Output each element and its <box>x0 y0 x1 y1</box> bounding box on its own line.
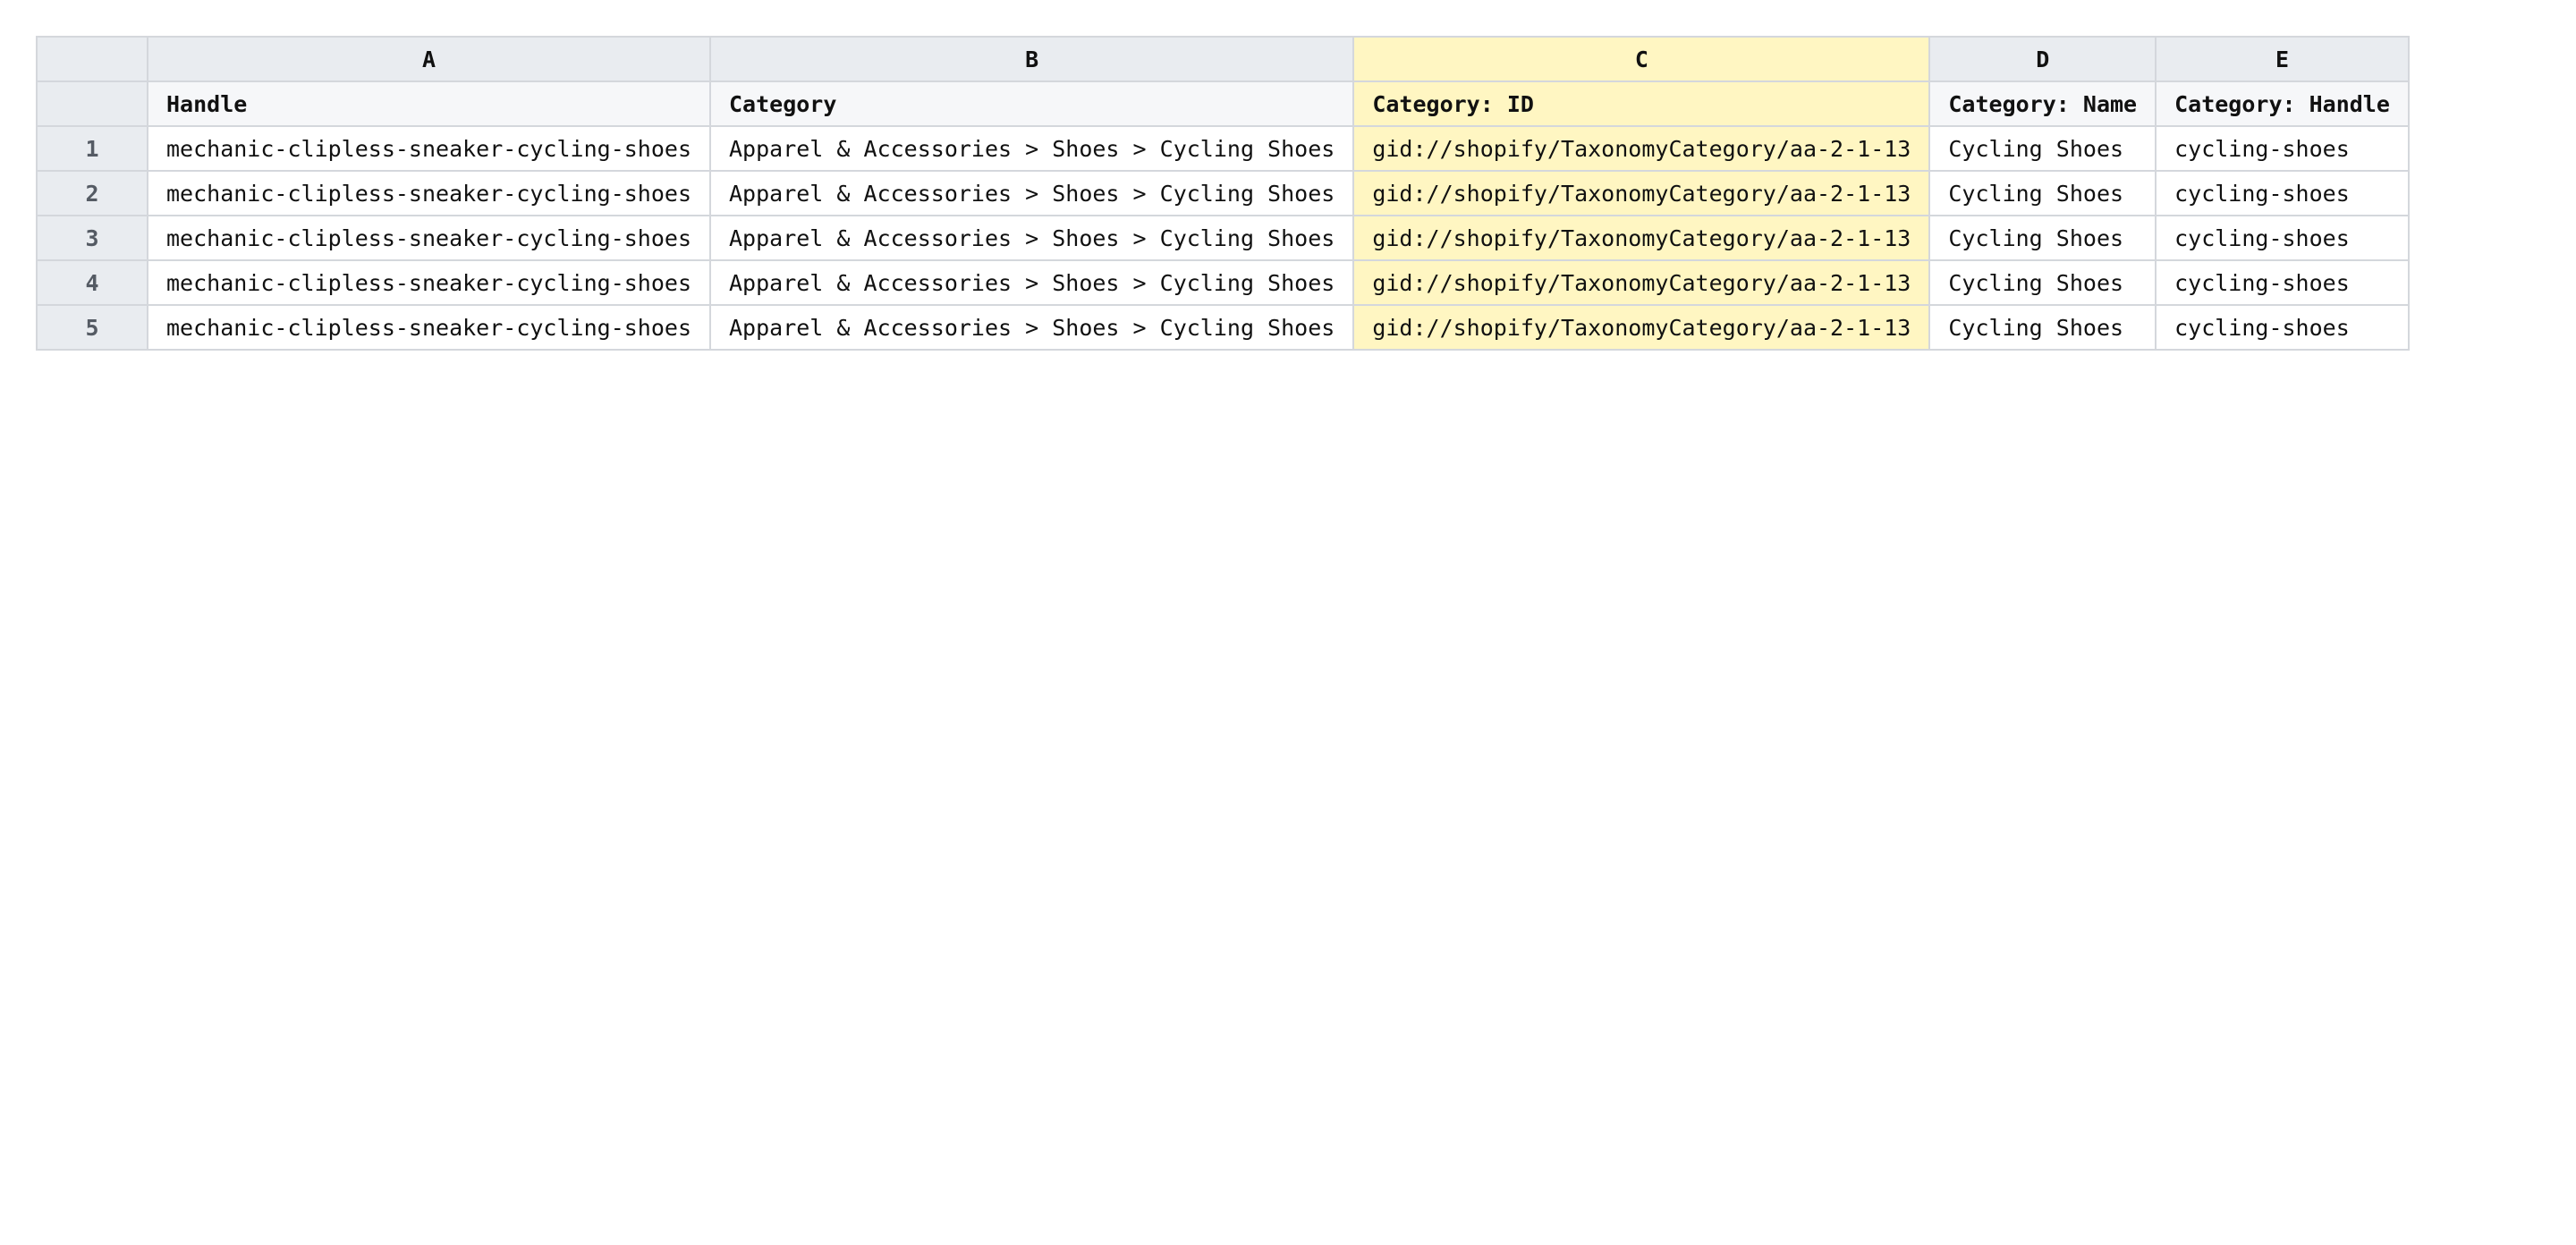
field-header-cell[interactable]: Category <box>708 80 1355 127</box>
cell-category-handle[interactable]: cycling-shoes <box>2155 215 2410 261</box>
cell-category-handle[interactable]: cycling-shoes <box>2155 259 2410 306</box>
cell-category-id[interactable]: gid://shopify/TaxonomyCategory/aa-2-1-13 <box>1352 304 1931 351</box>
field-header-cell[interactable]: Category: Name <box>1928 80 2157 127</box>
field-header-cell[interactable]: Category: Handle <box>2155 80 2410 127</box>
field-header-cell[interactable]: Category: ID <box>1352 80 1931 127</box>
cell-category-name[interactable]: Cycling Shoes <box>1928 304 2157 351</box>
table-row: 2 mechanic-clipless-sneaker-cycling-shoe… <box>36 170 2410 216</box>
row-number[interactable]: 1 <box>36 125 148 172</box>
field-header-cell[interactable]: Handle <box>147 80 711 127</box>
cell-category[interactable]: Apparel & Accessories > Shoes > Cycling … <box>708 170 1355 216</box>
row-number[interactable]: 5 <box>36 304 148 351</box>
table-row: 1 mechanic-clipless-sneaker-cycling-shoe… <box>36 125 2410 172</box>
row-number[interactable]: 4 <box>36 259 148 306</box>
column-header-d[interactable]: D <box>1928 36 2157 82</box>
cell-handle[interactable]: mechanic-clipless-sneaker-cycling-shoes <box>147 125 711 172</box>
cell-category[interactable]: Apparel & Accessories > Shoes > Cycling … <box>708 125 1355 172</box>
cell-category-handle[interactable]: cycling-shoes <box>2155 170 2410 216</box>
column-header-a[interactable]: A <box>147 36 711 82</box>
cell-category[interactable]: Apparel & Accessories > Shoes > Cycling … <box>708 304 1355 351</box>
cell-handle[interactable]: mechanic-clipless-sneaker-cycling-shoes <box>147 215 711 261</box>
cell-category-name[interactable]: Cycling Shoes <box>1928 170 2157 216</box>
column-header-b[interactable]: B <box>708 36 1355 82</box>
column-letter-row: A B C D E <box>36 36 2410 82</box>
table-row: 3 mechanic-clipless-sneaker-cycling-shoe… <box>36 215 2410 261</box>
cell-category-handle[interactable]: cycling-shoes <box>2155 304 2410 351</box>
column-header-c[interactable]: C <box>1352 36 1931 82</box>
cell-category[interactable]: Apparel & Accessories > Shoes > Cycling … <box>708 215 1355 261</box>
column-header-e[interactable]: E <box>2155 36 2410 82</box>
cell-handle[interactable]: mechanic-clipless-sneaker-cycling-shoes <box>147 304 711 351</box>
cell-category-id[interactable]: gid://shopify/TaxonomyCategory/aa-2-1-13 <box>1352 259 1931 306</box>
cell-category-name[interactable]: Cycling Shoes <box>1928 259 2157 306</box>
cell-category-handle[interactable]: cycling-shoes <box>2155 125 2410 172</box>
table-row: 5 mechanic-clipless-sneaker-cycling-shoe… <box>36 304 2410 351</box>
cell-category-name[interactable]: Cycling Shoes <box>1928 125 2157 172</box>
cell-category-name[interactable]: Cycling Shoes <box>1928 215 2157 261</box>
row-number[interactable]: 2 <box>36 170 148 216</box>
cell-category-id[interactable]: gid://shopify/TaxonomyCategory/aa-2-1-13 <box>1352 170 1931 216</box>
spreadsheet-grid: A B C D E Handle Category Category: ID C… <box>36 36 2410 351</box>
cell-category-id[interactable]: gid://shopify/TaxonomyCategory/aa-2-1-13 <box>1352 125 1931 172</box>
spreadsheet-container: A B C D E Handle Category Category: ID C… <box>36 36 2410 351</box>
cell-handle[interactable]: mechanic-clipless-sneaker-cycling-shoes <box>147 259 711 306</box>
cell-handle[interactable]: mechanic-clipless-sneaker-cycling-shoes <box>147 170 711 216</box>
row-header-blank[interactable] <box>36 80 148 127</box>
row-number[interactable]: 3 <box>36 215 148 261</box>
table-row: 4 mechanic-clipless-sneaker-cycling-shoe… <box>36 259 2410 306</box>
cell-category[interactable]: Apparel & Accessories > Shoes > Cycling … <box>708 259 1355 306</box>
field-header-row: Handle Category Category: ID Category: N… <box>36 80 2410 127</box>
select-all-corner[interactable] <box>36 36 148 82</box>
cell-category-id[interactable]: gid://shopify/TaxonomyCategory/aa-2-1-13 <box>1352 215 1931 261</box>
